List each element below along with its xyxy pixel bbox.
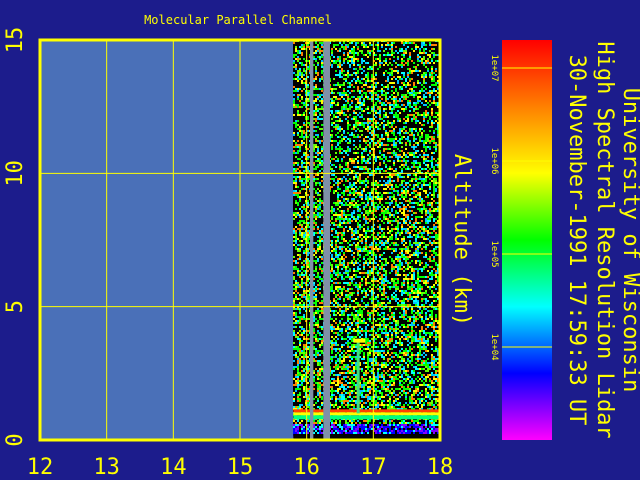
lidar-chart: Molecular Parallel Channel 12 13 14 15 16 17 1…	[3, 13, 640, 480]
y-tick-10: 10	[3, 160, 28, 187]
surface-layer-green	[293, 415, 440, 420]
plume-feature	[356, 338, 360, 414]
colorbar-label-2: 1e+06	[489, 147, 499, 174]
colorbar-label-3: 1e+07	[489, 54, 499, 81]
data-gap-0	[310, 40, 314, 440]
colorbar	[502, 40, 552, 440]
y-axis-label: Altitude (km)	[449, 154, 474, 326]
data-gap-1	[323, 40, 330, 440]
y-tick-15: 15	[3, 27, 28, 54]
side-text-1: High Spectral Resolution Lidar	[592, 41, 617, 438]
x-tick-15: 15	[227, 455, 254, 480]
x-tick-17: 17	[360, 455, 387, 480]
backscatter-data	[293, 40, 440, 440]
x-tick-12: 12	[27, 455, 54, 480]
side-text-0: University of Wisconsin	[618, 88, 640, 393]
y-tick-labels: 0 5 10 15	[3, 27, 28, 447]
side-text: University of WisconsinHigh Spectral Res…	[564, 41, 640, 438]
surface-layer-yellow	[293, 412, 440, 416]
x-tick-13: 13	[93, 455, 120, 480]
colorbar-label-1: 1e+05	[489, 240, 499, 267]
x-tick-16: 16	[293, 455, 320, 480]
chart-title: Molecular Parallel Channel	[144, 13, 332, 27]
x-tick-labels: 12 13 14 15 16 17 18	[27, 455, 454, 480]
y-tick-0: 0	[3, 433, 28, 446]
y-tick-5: 5	[3, 300, 28, 313]
x-tick-14: 14	[160, 455, 187, 480]
colorbar-label-0: 1e+04	[489, 333, 499, 360]
plume-top	[353, 338, 366, 343]
surface-layer-red	[293, 409, 440, 413]
side-text-2: 30-November-1991 17:59:33 UT	[564, 55, 589, 426]
x-tick-18: 18	[427, 455, 454, 480]
